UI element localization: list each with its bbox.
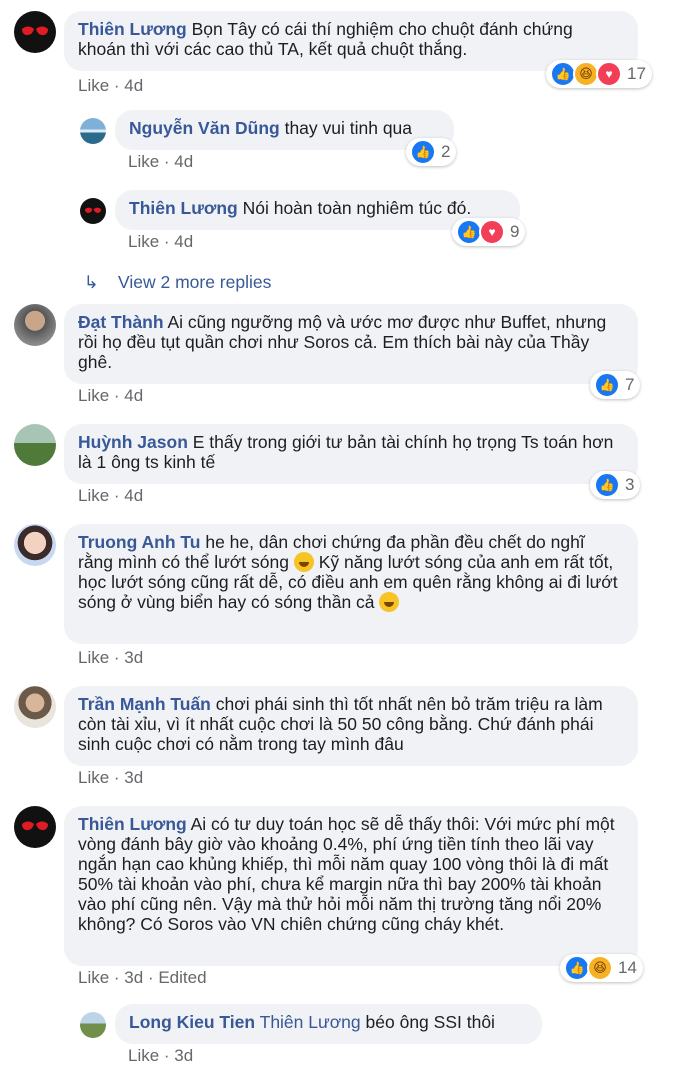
comment-actions: Like · 3d — [78, 648, 143, 668]
commenter-name[interactable]: Thiên Lương — [78, 814, 187, 834]
comment-bubble: Đạt Thành Ai cũng ngưỡng mộ và ước mơ đư… — [64, 304, 638, 384]
commenter-name[interactable]: Long Kieu Tien — [129, 1012, 255, 1032]
reply-bubble: Long Kieu Tien Thiên Lương béo ông SSI t… — [115, 1004, 542, 1044]
timestamp[interactable]: 3d — [124, 968, 143, 987]
love-reaction-icon: ♥ — [479, 219, 505, 245]
reaction-summary[interactable]: 👍 ♥ 9 — [452, 218, 526, 246]
timestamp[interactable]: 4d — [174, 232, 193, 251]
commenter-name[interactable]: Nguyễn Văn Dũng — [129, 118, 280, 138]
separator: · — [143, 968, 159, 987]
like-button[interactable]: Like — [128, 232, 159, 251]
avatar[interactable] — [80, 118, 106, 144]
smile-emoji-icon — [379, 592, 400, 612]
separator: · — [109, 486, 125, 505]
comment-actions: Like · 4d — [78, 76, 143, 96]
commenter-name[interactable]: Đạt Thành — [78, 312, 164, 332]
reaction-summary[interactable]: 👍 7 — [590, 371, 641, 399]
separator: · — [159, 152, 175, 171]
comment-bubble: Truong Anh Tu he he, dân chơi chứng đa p… — [64, 524, 638, 644]
separator: · — [159, 1046, 175, 1065]
reaction-count: 17 — [627, 64, 646, 83]
like-reaction-icon: 👍 — [594, 472, 620, 498]
like-button[interactable]: Like — [78, 486, 109, 505]
like-button[interactable]: Like — [78, 968, 109, 987]
separator: · — [159, 232, 175, 251]
comment-text: thay vui tinh qua — [284, 118, 413, 138]
commenter-name[interactable]: Truong Anh Tu — [78, 532, 200, 552]
like-button[interactable]: Like — [128, 1046, 159, 1065]
commenter-name[interactable]: Trần Mạnh Tuấn — [78, 694, 211, 714]
love-reaction-icon: ♥ — [596, 61, 622, 87]
reply-bubble: Nguyễn Văn Dũng thay vui tinh qua — [115, 110, 454, 150]
mention-link[interactable]: Thiên Lương — [260, 1012, 361, 1032]
separator: · — [109, 648, 125, 667]
commenter-name[interactable]: Huỳnh Jason — [78, 432, 188, 452]
avatar[interactable] — [14, 424, 56, 466]
avatar[interactable] — [14, 524, 56, 566]
separator: · — [109, 968, 125, 987]
commenter-name[interactable]: Thiên Lương — [78, 19, 187, 39]
reaction-count: 7 — [625, 375, 635, 394]
separator: · — [109, 386, 125, 405]
comment-bubble: Thiên Lương Ai có tư duy toán học sẽ dễ … — [64, 806, 638, 966]
like-reaction-icon: 👍 — [594, 372, 620, 398]
separator: · — [109, 768, 125, 787]
timestamp[interactable]: 4d — [124, 386, 143, 405]
view-more-label: View 2 more replies — [118, 272, 272, 292]
reaction-summary[interactable]: 👍 😆 14 — [560, 954, 643, 982]
reaction-count: 14 — [618, 958, 637, 977]
view-more-replies[interactable]: ↳ View 2 more replies — [84, 272, 271, 293]
comment-actions: Like · 4d — [128, 232, 193, 252]
separator: · — [109, 76, 125, 95]
comment-bubble: Huỳnh Jason E thấy trong giới tư bản tài… — [64, 424, 638, 484]
comment-actions: Like · 3d — [78, 768, 143, 788]
avatar[interactable] — [14, 304, 56, 346]
timestamp[interactable]: 4d — [124, 76, 143, 95]
comment-bubble: Trần Mạnh Tuấn chơi phái sinh thì tốt nh… — [64, 686, 638, 766]
comment-actions: Like · 4d — [128, 152, 193, 172]
comment-actions: Like · 3d — [128, 1046, 193, 1066]
like-button[interactable]: Like — [78, 648, 109, 667]
timestamp[interactable]: 3d — [124, 768, 143, 787]
like-button[interactable]: Like — [78, 76, 109, 95]
avatar[interactable] — [80, 1012, 106, 1038]
avatar[interactable] — [14, 806, 56, 848]
smile-emoji-icon — [293, 552, 314, 572]
like-button[interactable]: Like — [78, 386, 109, 405]
timestamp[interactable]: 3d — [124, 648, 143, 667]
avatar[interactable] — [14, 686, 56, 728]
reaction-count: 2 — [441, 142, 451, 161]
reaction-summary[interactable]: 👍 2 — [406, 138, 457, 166]
like-button[interactable]: Like — [128, 152, 159, 171]
comment-actions: Like · 3d · Edited — [78, 968, 207, 988]
reaction-summary[interactable]: 👍 3 — [590, 471, 641, 499]
reaction-summary[interactable]: 👍 😆 ♥ 17 — [546, 60, 652, 88]
timestamp[interactable]: 3d — [174, 1046, 193, 1065]
reaction-count: 3 — [625, 475, 635, 494]
avatar[interactable] — [14, 11, 56, 53]
reaction-count: 9 — [510, 222, 520, 241]
comment-text: Nói hoàn toàn nghiêm túc đó. — [242, 198, 472, 218]
commenter-name[interactable]: Thiên Lương — [129, 198, 238, 218]
like-button[interactable]: Like — [78, 768, 109, 787]
comment-actions: Like · 4d — [78, 486, 143, 506]
comment-actions: Like · 4d — [78, 386, 143, 406]
edited-label[interactable]: Edited — [158, 968, 206, 987]
comment-text: béo ông SSI thôi — [365, 1012, 495, 1032]
haha-reaction-icon: 😆 — [587, 955, 613, 981]
like-reaction-icon: 👍 — [410, 139, 436, 165]
timestamp[interactable]: 4d — [124, 486, 143, 505]
avatar[interactable] — [80, 198, 106, 224]
reply-arrow-icon: ↳ — [84, 272, 99, 292]
timestamp[interactable]: 4d — [174, 152, 193, 171]
